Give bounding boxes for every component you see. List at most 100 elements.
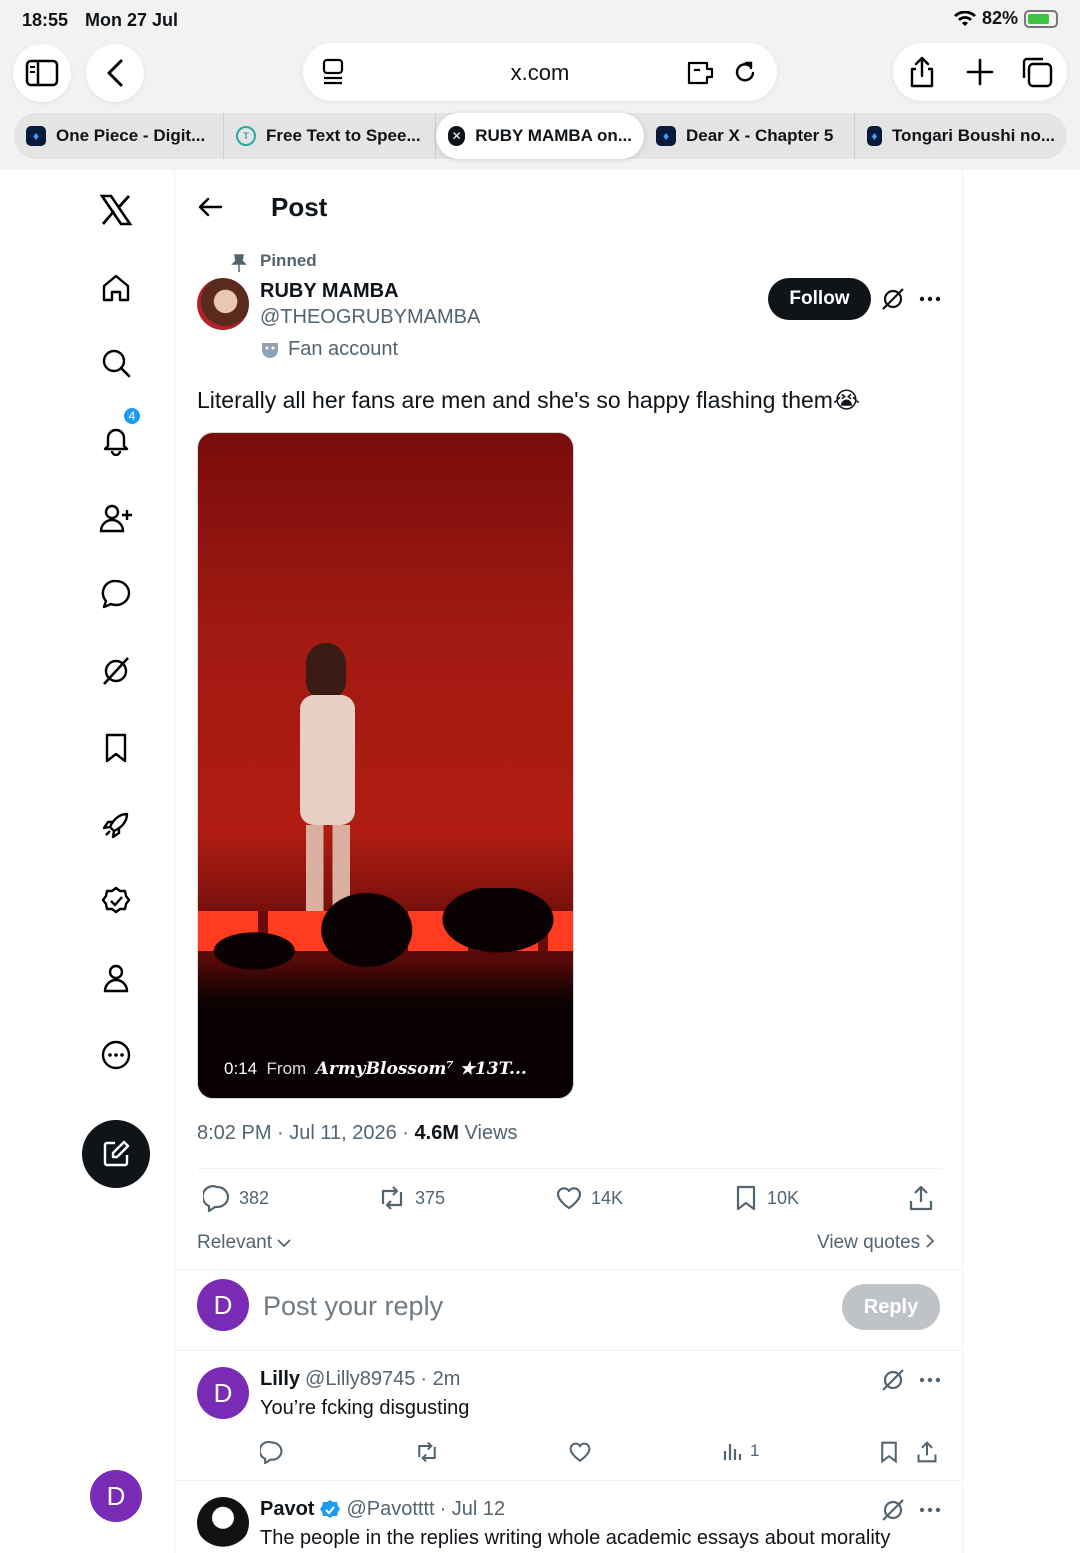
notifications-icon[interactable]: 4	[96, 406, 142, 460]
video-source[interactable]: ArmyBlossom⁷ ★13T...	[316, 1059, 527, 1079]
repost-action[interactable]: 375	[377, 1184, 445, 1212]
author-name[interactable]: RUBY MAMBA	[260, 280, 399, 303]
page-title: Post	[271, 192, 328, 222]
compose-button[interactable]	[82, 1120, 150, 1188]
comment-header: Lilly @Lilly89745 · 2m	[260, 1368, 460, 1391]
verified-badge-icon	[320, 1499, 341, 1518]
tab-ruby-mamba[interactable]: ✕ RUBY MAMBA on...	[436, 113, 644, 159]
share-action[interactable]	[908, 1184, 934, 1212]
account-avatar[interactable]: D	[90, 1470, 142, 1522]
reply-input[interactable]: Post your reply	[263, 1291, 443, 1322]
tab-one-piece[interactable]: ♦ One Piece - Digit...	[14, 113, 224, 159]
compose-icon	[103, 1140, 130, 1167]
tabs-overview-icon[interactable]	[1020, 56, 1054, 93]
reply-button[interactable]: Reply	[842, 1284, 940, 1330]
comment-handle[interactable]: @Pavotttt	[346, 1498, 434, 1521]
grok-icon[interactable]	[881, 1368, 905, 1397]
comment-time: · Jul 12	[439, 1498, 506, 1520]
grok-icon[interactable]	[881, 287, 905, 316]
verified-icon[interactable]	[96, 881, 136, 921]
comment-text: You’re fcking disgusting	[260, 1397, 470, 1419]
comment-handle[interactable]: @Lilly89745	[305, 1368, 415, 1391]
more-options-icon[interactable]	[96, 1035, 136, 1075]
tab-dear-x[interactable]: ♦ Dear X - Chapter 5	[644, 113, 855, 159]
author-avatar[interactable]	[197, 278, 249, 330]
back-arrow-icon[interactable]	[197, 194, 223, 225]
comment-reply-icon[interactable]	[260, 1440, 284, 1464]
more-icon[interactable]	[919, 1498, 941, 1527]
post-timestamp[interactable]: 8:02 PM · Jul 11, 2026 ·	[197, 1122, 415, 1144]
messages-icon[interactable]	[96, 574, 136, 614]
bookmark-action[interactable]: 10K	[733, 1184, 799, 1212]
post-video[interactable]: 0:14 From ArmyBlossom⁷ ★13T...	[197, 432, 574, 1099]
share-icon[interactable]	[907, 56, 937, 93]
account-label-text: Fan account	[288, 338, 399, 360]
comment-share-icon[interactable]	[916, 1440, 938, 1464]
follow-button[interactable]: Follow	[768, 278, 871, 320]
more-icon[interactable]	[919, 1368, 941, 1397]
tab-strip: ♦ One Piece - Digit... T Free Text to Spee…	[14, 113, 1067, 159]
pin-icon	[231, 254, 247, 277]
comment-heart-icon[interactable]	[568, 1440, 592, 1464]
video-frame-figure	[300, 695, 355, 825]
comment-repost-icon[interactable]	[414, 1440, 440, 1464]
search-icon[interactable]	[96, 343, 136, 383]
view-quotes-link[interactable]: View quotes	[817, 1232, 935, 1254]
sidebar-toggle-button[interactable]	[13, 44, 71, 102]
chevron-left-icon	[107, 59, 123, 87]
sidebar-icon	[25, 59, 59, 87]
tab-label: Free Text to Spee...	[266, 126, 421, 145]
grok-icon[interactable]	[96, 651, 136, 691]
tab-label: RUBY MAMBA on...	[475, 126, 632, 145]
status-time: 18:55	[22, 10, 69, 30]
author-handle[interactable]: @THEOGRUBYMAMBA	[260, 306, 480, 329]
battery-icon	[1024, 9, 1058, 28]
chevron-down-icon	[277, 1239, 291, 1248]
comment-avatar[interactable]: D	[197, 1367, 249, 1419]
post-column: Post Pinned RUBY MAMBA @THEOGRUBYMAMBA F…	[174, 170, 964, 1553]
views-count: 4.6M	[414, 1122, 459, 1144]
bookmarks-icon[interactable]	[96, 728, 136, 768]
comment-header: Pavot @Pavotttt · Jul 12	[260, 1498, 505, 1521]
comment-author[interactable]: Lilly	[260, 1368, 300, 1391]
sort-dropdown[interactable]: Relevant	[197, 1232, 291, 1254]
post-actions: 382 375 14K 10K	[197, 1184, 942, 1218]
tab-label: Tongari Boushi no...	[891, 126, 1055, 145]
tab-tongari-boushi[interactable]: ♦ Tongari Boushi no...	[855, 113, 1067, 159]
comment-avatar[interactable]	[197, 1497, 249, 1549]
close-tab-icon[interactable]: ✕	[448, 126, 466, 146]
reply-action[interactable]: 382	[203, 1184, 269, 1212]
divider	[175, 1269, 964, 1270]
comment-bookmark-icon[interactable]	[878, 1440, 900, 1464]
site-favicon-icon: ♦	[867, 126, 882, 146]
reload-icon[interactable]	[733, 58, 757, 91]
new-tab-icon[interactable]	[965, 56, 995, 93]
wifi-icon	[953, 10, 976, 26]
tab-text-to-speech[interactable]: T Free Text to Spee...	[224, 113, 436, 159]
view-quotes-label: View quotes	[817, 1232, 921, 1253]
extension-icon[interactable]	[686, 58, 716, 91]
nav-sidebar: 4 D	[60, 170, 174, 1553]
account-label: Fan account	[260, 338, 398, 361]
comment-views[interactable]: 1	[722, 1440, 759, 1462]
views-icon	[723, 1444, 742, 1460]
more-icon[interactable]	[919, 287, 941, 316]
follow-suggestions-icon[interactable]	[96, 498, 136, 538]
status-date: Mon 27 Jul	[85, 10, 179, 30]
home-icon[interactable]	[96, 268, 136, 308]
site-favicon-icon: ♦	[656, 126, 676, 146]
profile-icon[interactable]	[96, 958, 136, 998]
like-action[interactable]: 14K	[555, 1184, 623, 1212]
grok-icon[interactable]	[881, 1498, 905, 1527]
notification-badge: 4	[122, 406, 142, 426]
x-logo-icon[interactable]	[96, 190, 136, 230]
address-bar[interactable]: x.com	[303, 43, 777, 101]
status-right: 82%	[953, 8, 1058, 29]
status-bar: 18:55 Mon 27 Jul 82%	[0, 0, 1080, 40]
comment-author[interactable]: Pavot	[260, 1498, 314, 1521]
divider	[175, 1480, 964, 1481]
rocket-icon[interactable]	[96, 805, 136, 845]
back-button[interactable]	[86, 44, 144, 102]
heart-icon	[556, 1187, 582, 1210]
tab-label: One Piece - Digit...	[56, 126, 206, 145]
